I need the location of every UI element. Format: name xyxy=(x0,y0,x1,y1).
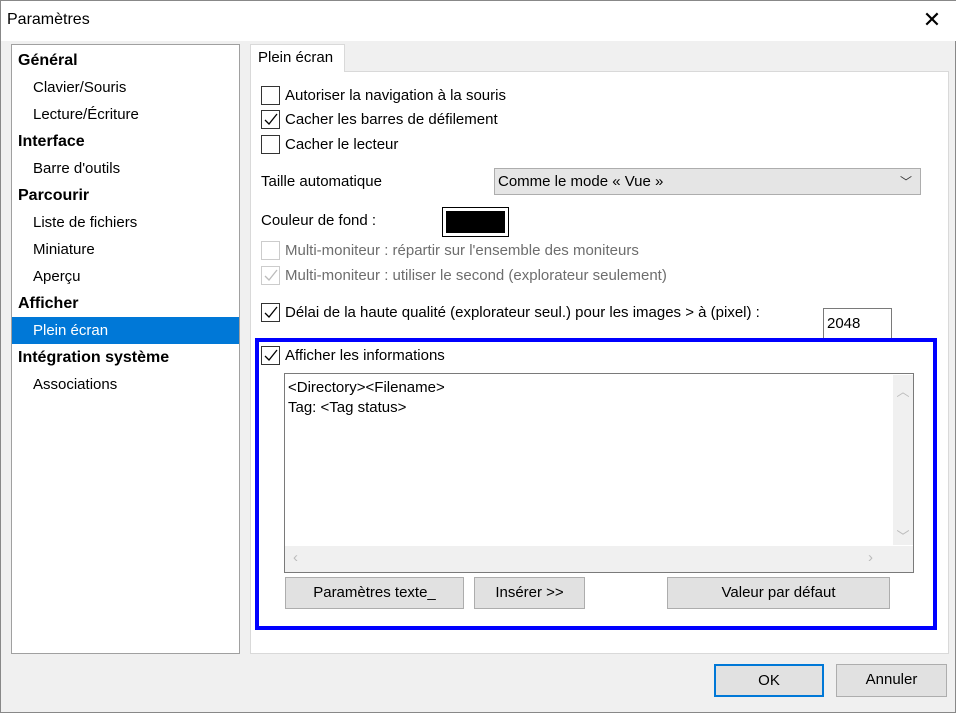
ok-button[interactable]: OK xyxy=(714,664,824,697)
multi-spread-checkbox xyxy=(261,241,280,260)
insert-button[interactable]: Insérer >> xyxy=(474,577,585,609)
sidebar-item-afficher[interactable]: Afficher xyxy=(12,290,239,317)
scroll-up-icon[interactable]: ︿ xyxy=(893,381,913,400)
sidebar-item-aper-u[interactable]: Aperçu xyxy=(12,263,239,290)
sidebar-item-parcourir[interactable]: Parcourir xyxy=(12,182,239,209)
check-icon xyxy=(264,269,278,281)
color-swatch xyxy=(446,211,505,233)
bg-color-label: Couleur de fond : xyxy=(261,212,377,229)
auto-size-value: Comme le mode « Vue » xyxy=(498,173,664,190)
mouse-nav-checkbox[interactable] xyxy=(261,86,280,105)
vertical-scrollbar[interactable]: ︿ ﹀ xyxy=(893,375,913,545)
hq-delay-label: Délai de la haute qualité (explorateur s… xyxy=(285,304,760,321)
hide-player-label: Cacher le lecteur xyxy=(285,136,399,153)
sidebar-item-plein-cran[interactable]: Plein écran xyxy=(12,317,239,344)
sidebar-item-miniature[interactable]: Miniature xyxy=(12,236,239,263)
hq-delay-checkbox[interactable] xyxy=(261,303,280,322)
mouse-nav-label: Autoriser la navigation à la souris xyxy=(285,87,506,104)
sidebar-item-barre-d-outils[interactable]: Barre d'outils xyxy=(12,155,239,182)
sidebar-item-int-gration-syst-me[interactable]: Intégration système xyxy=(12,344,239,371)
check-icon xyxy=(264,113,278,125)
multi-second-label: Multi-moniteur : utiliser le second (exp… xyxy=(285,267,667,284)
hide-player-checkbox[interactable] xyxy=(261,135,280,154)
cancel-button[interactable]: Annuler xyxy=(836,664,947,697)
sidebar-item-clavier-souris[interactable]: Clavier/Souris xyxy=(12,74,239,101)
default-value-button[interactable]: Valeur par défaut xyxy=(667,577,890,609)
multi-second-checkbox xyxy=(261,266,280,285)
show-info-checkbox[interactable] xyxy=(261,346,280,365)
scroll-right-icon[interactable]: › xyxy=(868,549,873,566)
settings-nav-tree: Général Clavier/Souris Lecture/Écriture Int… xyxy=(11,44,240,654)
show-info-label: Afficher les informations xyxy=(285,347,445,364)
sidebar-item-g-n-ral[interactable]: Général xyxy=(12,47,239,74)
horizontal-scrollbar[interactable]: ‹ › xyxy=(285,546,913,572)
scroll-left-icon[interactable]: ‹ xyxy=(293,549,298,566)
hide-scrollbars-checkbox[interactable] xyxy=(261,110,280,129)
check-icon xyxy=(264,306,278,318)
scroll-down-icon[interactable]: ﹀ xyxy=(893,526,913,545)
close-icon[interactable]: ✕ xyxy=(919,7,945,33)
sidebar-item-interface[interactable]: Interface xyxy=(12,128,239,155)
info-template-text: <Directory><Filename> Tag: <Tag status> xyxy=(288,379,445,416)
hq-pixel-input[interactable]: 2048 xyxy=(823,308,892,338)
bg-color-button[interactable] xyxy=(442,207,509,237)
sidebar-item-liste-de-fichiers[interactable]: Liste de fichiers xyxy=(12,209,239,236)
sidebar-item-associations[interactable]: Associations xyxy=(12,371,239,398)
multi-spread-label: Multi-moniteur : répartir sur l'ensemble… xyxy=(285,242,639,259)
info-template-textarea[interactable]: <Directory><Filename> Tag: <Tag status> … xyxy=(284,373,914,573)
text-settings-button[interactable]: Paramètres texte_ xyxy=(285,577,464,609)
chevron-down-icon: ﹀ xyxy=(899,175,912,189)
hide-scrollbars-label: Cacher les barres de défilement xyxy=(285,111,498,128)
tab-plein-ecran[interactable]: Plein écran xyxy=(250,44,345,72)
auto-size-label: Taille automatique xyxy=(261,173,382,190)
title-bar: Paramètres ✕ xyxy=(1,1,956,41)
auto-size-select[interactable]: Comme le mode « Vue » ﹀ xyxy=(494,168,921,195)
window-title: Paramètres xyxy=(7,11,90,28)
sidebar-item-lecture-criture[interactable]: Lecture/Écriture xyxy=(12,101,239,128)
check-icon xyxy=(264,349,278,361)
